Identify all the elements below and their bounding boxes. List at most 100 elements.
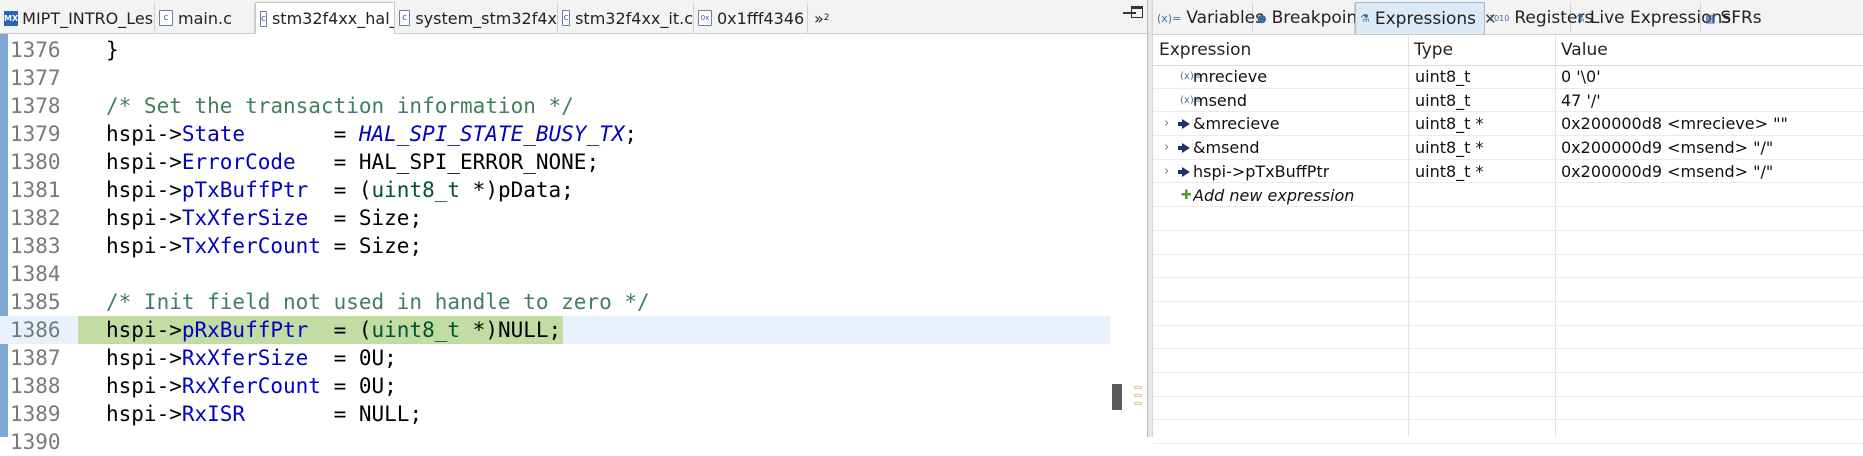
more-tabs-button[interactable]: » 2 bbox=[810, 3, 840, 33]
expression-row[interactable]: › hspi->pTxBuffPtr uint8_t * 0x200000d9 <ms… bbox=[1153, 160, 1863, 184]
code-text: hspi->pRxBuffPtr = (uint8_t *)NULL; bbox=[106, 318, 562, 342]
tab-label: system_stm32f4x bbox=[415, 8, 557, 28]
code-line[interactable]: 1380 hspi->ErrorCode = HAL_SPI_ERROR_NONE… bbox=[0, 148, 1110, 176]
code-line[interactable]: 1378 /* Set the transaction information *… bbox=[0, 92, 1110, 120]
column-header-expression[interactable]: Expression bbox=[1153, 35, 1251, 65]
expression-row[interactable]: (x)= mrecieve uint8_t 0 '\0' bbox=[1153, 65, 1863, 89]
code-text: hspi->RxXferCount = 0U; bbox=[106, 374, 397, 398]
code-text: hspi->ErrorCode = HAL_SPI_ERROR_NONE; bbox=[106, 150, 600, 174]
empty-row bbox=[1153, 397, 1863, 421]
registers-icon: 1010 bbox=[1489, 13, 1510, 23]
view-tab-bar: (x)= Variables ● Breakpoints ⚗ Expressio… bbox=[1153, 0, 1863, 35]
code-line[interactable]: 1383 hspi->TxXferCount = Size; bbox=[0, 232, 1110, 260]
overview-mark[interactable] bbox=[1134, 394, 1142, 397]
column-header-value[interactable]: Value bbox=[1555, 35, 1608, 65]
tab-label: stm32f4xx_hal_s bbox=[271, 9, 395, 28]
line-number: 1378 bbox=[10, 94, 61, 118]
tab-label: SFRs bbox=[1720, 8, 1762, 28]
chevron-right-icon[interactable]: › bbox=[1164, 160, 1169, 184]
breakpoints-icon: ● bbox=[1257, 11, 1267, 25]
line-number: 1377 bbox=[10, 66, 61, 90]
tab-breakpoints[interactable]: ● Breakpoints bbox=[1253, 3, 1373, 33]
code-text: } bbox=[106, 38, 119, 62]
chevron-right-icon[interactable]: › bbox=[1164, 136, 1169, 160]
code-line[interactable]: 1379 hspi->State = HAL_SPI_STATE_BUSY_TX; bbox=[0, 120, 1110, 148]
code-editor[interactable]: MX MIPT_INTRO_Less c main.c c stm32f4xx_… bbox=[0, 0, 1147, 454]
code-line[interactable]: 1382 hspi->TxXferSize = Size; bbox=[0, 204, 1110, 232]
chevron-double-right-icon: » bbox=[814, 8, 824, 28]
line-number: 1381 bbox=[10, 178, 61, 202]
overview-mark[interactable] bbox=[1134, 386, 1142, 389]
overview-mark[interactable] bbox=[1134, 402, 1142, 405]
code-line[interactable]: 1387 hspi->RxXferSize = 0U; bbox=[0, 344, 1110, 372]
expression-row[interactable]: › &msend uint8_t * 0x200000d9 <msend> "/" bbox=[1153, 136, 1863, 160]
line-number: 1385 bbox=[10, 290, 61, 314]
add-new-expression-row[interactable]: ✚ Add new expression bbox=[1153, 184, 1863, 208]
empty-row bbox=[1153, 326, 1863, 350]
tab-label: MIPT_INTRO_Less bbox=[22, 8, 155, 28]
code-line[interactable]: 1389 hspi->RxISR = NULL; bbox=[0, 400, 1110, 428]
code-line[interactable]: 1385 /* Init field not used in handle to … bbox=[0, 288, 1110, 316]
empty-row bbox=[1153, 421, 1863, 445]
tab-expressions[interactable]: ⚗ Expressions ✕ bbox=[1355, 2, 1497, 34]
chevron-right-icon[interactable]: › bbox=[1164, 112, 1169, 136]
code-line[interactable]: 1388 hspi->RxXferCount = 0U; bbox=[0, 372, 1110, 400]
code-text: hspi->RxISR = NULL; bbox=[106, 402, 423, 426]
tab-sfrs[interactable]: ▦ SFRs bbox=[1701, 3, 1771, 33]
expression-row[interactable]: › &mrecieve uint8_t * 0x200000d8 <mrecieve>… bbox=[1153, 112, 1863, 137]
tab-variables[interactable]: (x)= Variables bbox=[1153, 3, 1264, 33]
column-header-type[interactable]: Type bbox=[1408, 35, 1453, 65]
pointer-icon bbox=[1178, 166, 1190, 177]
code-line[interactable]: 1377 bbox=[0, 64, 1110, 92]
sfrs-icon: ▦ bbox=[1705, 11, 1716, 25]
code-line[interactable]: 1381 hspi->pTxBuffPtr = (uint8_t *)pData; bbox=[0, 176, 1110, 204]
pointer-icon bbox=[1178, 142, 1190, 153]
line-number: 1388 bbox=[10, 374, 61, 398]
empty-row bbox=[1153, 255, 1863, 279]
tab-mipt-intro[interactable]: MX MIPT_INTRO_Less bbox=[0, 3, 155, 33]
table-header: Expression Type Value bbox=[1153, 35, 1863, 66]
line-number: 1386 bbox=[10, 318, 61, 342]
tab-disassembly[interactable]: 0x 0x1fff4346 bbox=[694, 3, 808, 33]
disassembly-icon: 0x bbox=[698, 10, 712, 26]
pointer-icon bbox=[1178, 119, 1190, 130]
line-number: 1380 bbox=[10, 150, 61, 174]
tab-stm32f4xx-it[interactable]: c stm32f4xx_it.c bbox=[558, 3, 694, 33]
code-line[interactable]: 1390 bbox=[0, 428, 1110, 456]
editor-tab-bar: MX MIPT_INTRO_Less c main.c c stm32f4xx_… bbox=[0, 0, 1147, 34]
tab-live-expressions[interactable]: ⚗ Live Expressions bbox=[1571, 3, 1731, 33]
code-area[interactable]: 1376} 1377 1378/* Set the transaction info… bbox=[0, 34, 1147, 454]
empty-row bbox=[1153, 349, 1863, 374]
line-number: 1390 bbox=[10, 430, 61, 454]
empty-row bbox=[1153, 278, 1863, 302]
tab-registers[interactable]: 1010 Registers bbox=[1485, 3, 1593, 33]
code-line[interactable]: 1384 bbox=[0, 260, 1110, 288]
line-number: 1387 bbox=[10, 346, 61, 370]
c-file-icon: c bbox=[562, 10, 571, 26]
line-number: 1384 bbox=[10, 262, 61, 286]
tab-stm32f4xx-hal-spi[interactable]: c stm32f4xx_hal_s ✕ bbox=[255, 2, 395, 34]
scrollbar-thumb[interactable] bbox=[1112, 384, 1122, 410]
code-text: hspi->State = HAL_SPI_STATE_BUSY_TX; bbox=[106, 122, 638, 146]
expressions-table: Expression Type Value (x)= mrecieve uint8_… bbox=[1153, 35, 1863, 445]
line-number: 1379 bbox=[10, 122, 61, 146]
overview-ruler bbox=[1110, 34, 1147, 437]
tab-label: 0x1fff4346 bbox=[717, 8, 805, 28]
expression-row[interactable]: (x)= msend uint8_t 47 '/' bbox=[1153, 89, 1863, 113]
live-expressions-icon: ⚗ bbox=[1575, 11, 1585, 25]
code-text: hspi->pTxBuffPtr = (uint8_t *)pData; bbox=[106, 178, 574, 202]
code-text: hspi->TxXferCount = Size; bbox=[106, 234, 423, 258]
line-number: 1382 bbox=[10, 206, 61, 230]
empty-row bbox=[1153, 231, 1863, 255]
empty-row bbox=[1153, 207, 1863, 231]
maximize-button[interactable] bbox=[1131, 6, 1143, 18]
hidden-tab-count: 2 bbox=[823, 13, 830, 23]
code-line[interactable]: 1376} bbox=[0, 36, 1110, 64]
code-text: /* Set the transaction information */ bbox=[106, 94, 574, 118]
plus-icon: ✚ bbox=[1181, 187, 1192, 203]
expressions-icon: ⚗ bbox=[1360, 12, 1370, 25]
tab-main-c[interactable]: c main.c bbox=[155, 3, 255, 33]
current-line[interactable]: 1386 hspi->pRxBuffPtr = (uint8_t *)NULL; bbox=[0, 316, 1110, 344]
line-number: 1376 bbox=[10, 38, 61, 62]
tab-system-stm32f4xx[interactable]: c system_stm32f4x bbox=[395, 3, 558, 33]
